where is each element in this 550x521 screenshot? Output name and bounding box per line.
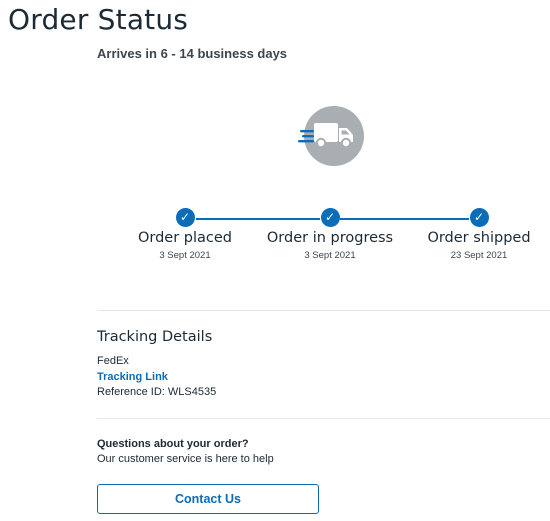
tracking-details-heading: Tracking Details [97,329,213,345]
step-label: Order in progress [266,230,394,246]
contact-us-button[interactable]: Contact Us [97,484,319,514]
section-divider [97,310,550,311]
check-icon: ✓ [175,208,195,227]
step-label: Order shipped [427,230,531,246]
step-label: Order placed [137,230,233,246]
progress-step-order-shipped: ✓ Order shipped 23 Sept 2021 [399,208,550,261]
step-date: 3 Sept 2021 [304,250,356,261]
support-heading: Questions about your order? [97,438,249,450]
step-date: 23 Sept 2021 [450,250,508,261]
carrier-name: FedEx [97,355,129,367]
order-status-page: Order Status Arrives in 6 - 14 business … [0,0,550,521]
tracking-link-row: Tracking Link [97,371,168,383]
support-subtext: Our customer service is here to help [97,453,274,465]
progress-step-order-placed: ✓ Order placed 3 Sept 2021 [105,208,265,261]
check-icon: ✓ [320,208,340,227]
delivery-truck-icon [298,106,364,166]
order-progress-tracker: ✓ Order placed 3 Sept 2021 ✓ Order in pr… [0,208,550,268]
page-title: Order Status [8,3,189,36]
tracking-link[interactable]: Tracking Link [97,371,168,383]
section-divider [97,418,550,419]
check-icon: ✓ [469,208,489,227]
arrival-estimate: Arrives in 6 - 14 business days [97,46,288,61]
progress-step-order-in-progress: ✓ Order in progress 3 Sept 2021 [250,208,410,261]
reference-id: Reference ID: WLS4535 [97,386,217,398]
step-date: 3 Sept 2021 [159,250,211,261]
